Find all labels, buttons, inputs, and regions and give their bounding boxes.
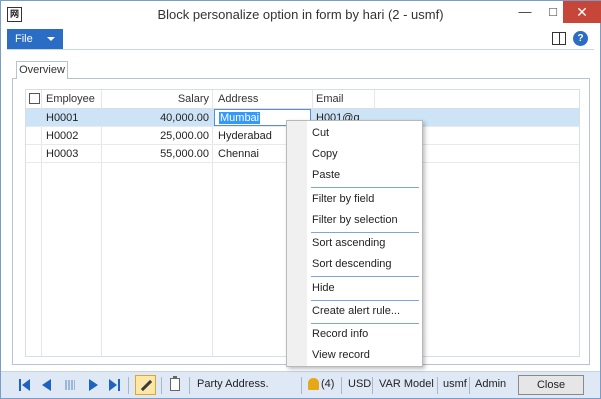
status-divider bbox=[469, 377, 470, 394]
book-icon[interactable] bbox=[552, 32, 566, 45]
action-pane-divider bbox=[7, 49, 594, 50]
first-record-icon[interactable] bbox=[19, 379, 31, 391]
minimize-button[interactable]: — bbox=[511, 1, 539, 23]
salary-cell[interactable]: 55,000.00 bbox=[104, 145, 209, 163]
action-pane: File ? bbox=[1, 29, 600, 49]
bell-icon[interactable] bbox=[308, 378, 319, 390]
menu-item-filter-by-selection[interactable]: Filter by selection bbox=[312, 210, 398, 230]
window-close-button[interactable]: ✕ bbox=[563, 1, 601, 23]
menu-item-paste[interactable]: Paste bbox=[312, 165, 340, 185]
menu-item-create-alert-rule[interactable]: Create alert rule... bbox=[312, 301, 400, 321]
menu-item-sort-ascending[interactable]: Sort ascending bbox=[312, 233, 385, 253]
status-field-name: Party Address. bbox=[197, 378, 269, 390]
menu-item-cut[interactable]: Cut bbox=[312, 123, 329, 143]
menu-item-filter-by-field[interactable]: Filter by field bbox=[312, 189, 374, 209]
address-selected-text: Mumbai bbox=[219, 112, 261, 124]
status-bar: Party Address. (4) USD VAR Model usmf Ad… bbox=[1, 371, 600, 398]
column-header-address[interactable]: Address bbox=[218, 90, 313, 108]
status-divider bbox=[161, 377, 162, 394]
menu-item-hide[interactable]: Hide bbox=[312, 278, 335, 298]
status-divider bbox=[437, 377, 438, 394]
clipboard-icon[interactable] bbox=[170, 376, 180, 391]
currency-indicator[interactable]: USD bbox=[348, 378, 371, 390]
pencil-icon bbox=[140, 379, 153, 392]
alerts-count[interactable]: (4) bbox=[321, 378, 334, 390]
file-menu-button[interactable]: File bbox=[7, 29, 63, 49]
edit-mode-button[interactable] bbox=[135, 375, 156, 395]
grid-header: Employee Salary Address Email bbox=[26, 90, 579, 109]
company-indicator[interactable]: usmf bbox=[443, 378, 467, 390]
salary-cell[interactable]: 40,000.00 bbox=[104, 109, 209, 127]
column-header-salary[interactable]: Salary bbox=[104, 90, 209, 108]
next-record-icon[interactable] bbox=[87, 379, 99, 391]
previous-record-icon[interactable] bbox=[41, 379, 53, 391]
help-icon[interactable]: ? bbox=[573, 31, 588, 46]
model-indicator[interactable]: VAR Model bbox=[379, 378, 434, 390]
status-divider bbox=[189, 377, 190, 394]
tab-overview[interactable]: Overview bbox=[16, 61, 68, 79]
form-window: 网 Block personalize option in form by ha… bbox=[0, 0, 601, 399]
context-menu-gutter bbox=[287, 121, 307, 366]
grid-view-icon[interactable] bbox=[64, 379, 76, 391]
close-button[interactable]: Close bbox=[518, 375, 584, 395]
column-header-email[interactable]: Email bbox=[316, 90, 376, 108]
menu-item-sort-descending[interactable]: Sort descending bbox=[312, 254, 392, 274]
menu-item-copy[interactable]: Copy bbox=[312, 144, 338, 164]
menu-item-view-record[interactable]: View record bbox=[312, 345, 370, 365]
salary-cell[interactable]: 25,000.00 bbox=[104, 127, 209, 145]
last-record-icon[interactable] bbox=[109, 379, 121, 391]
chevron-down-icon bbox=[47, 37, 55, 41]
status-divider bbox=[301, 377, 302, 394]
status-divider bbox=[341, 377, 342, 394]
title-bar: 网 Block personalize option in form by ha… bbox=[1, 1, 601, 29]
menu-item-record-info[interactable]: Record info bbox=[312, 324, 368, 344]
context-menu: Cut Copy Paste Filter by field Filter by… bbox=[286, 120, 423, 367]
select-all-checkbox[interactable] bbox=[29, 93, 40, 104]
file-menu-label: File bbox=[15, 33, 33, 45]
address-cell-text: Mumbai bbox=[219, 109, 261, 127]
menu-separator bbox=[311, 276, 419, 277]
menu-separator bbox=[311, 187, 419, 188]
user-indicator[interactable]: Admin bbox=[475, 378, 506, 390]
status-divider bbox=[372, 377, 373, 394]
status-divider bbox=[128, 377, 129, 394]
